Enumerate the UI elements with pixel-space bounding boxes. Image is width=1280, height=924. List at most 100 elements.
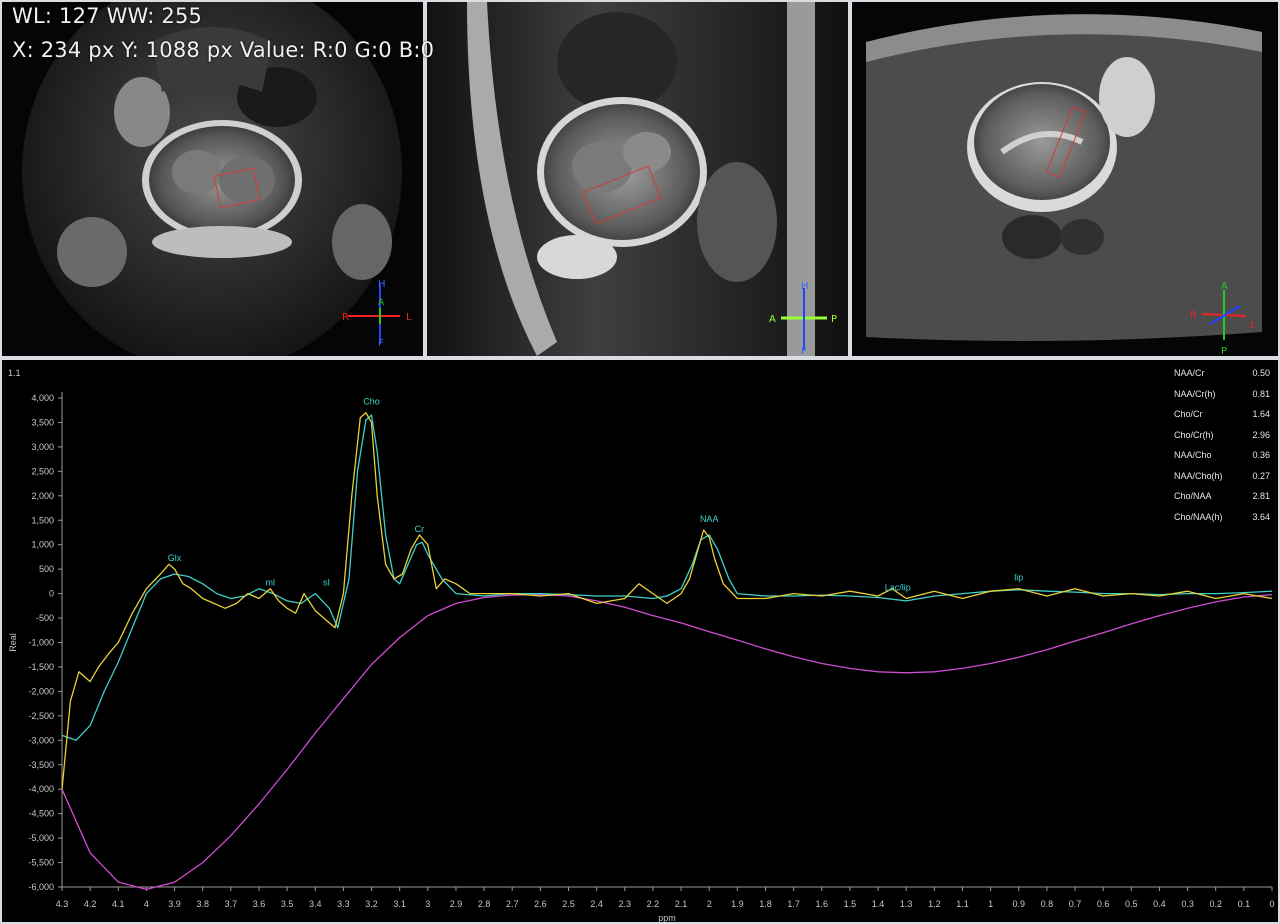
x-axis-label: ppm [658, 913, 676, 922]
y-tick-label: -2,500 [28, 711, 54, 721]
ratio-row: NAA/Cr 0.50 [1174, 366, 1270, 387]
y-tick-label: -500 [36, 613, 54, 623]
orient-label-left: R [342, 312, 349, 323]
peak-label: Cr [415, 524, 425, 534]
x-tick-label: 2.7 [506, 899, 519, 909]
ratio-label: Cho/Cr [1174, 409, 1203, 419]
x-tick-label: 0 [1269, 899, 1274, 909]
x-tick-label: 2.1 [675, 899, 688, 909]
x-tick-label: 1.2 [928, 899, 941, 909]
fit-series-line [61, 414, 1273, 741]
sagittal-viewport[interactable]: H A P F [427, 2, 848, 356]
x-tick-label: 0.2 [1209, 899, 1222, 909]
ratio-row: Cho/NAA 2.81 [1174, 489, 1270, 510]
ratio-row: Cho/Cr 1.64 [1174, 407, 1270, 428]
orient-label-right: L [1250, 320, 1256, 331]
orientation-marker-3: A R L P [1190, 281, 1256, 356]
x-tick-label: 2.9 [450, 899, 463, 909]
axial-viewport[interactable]: A R L P [852, 2, 1278, 356]
y-tick-label: -2,000 [28, 686, 54, 696]
ratio-label: NAA/Cho(h) [1174, 470, 1223, 481]
spectrum-chart[interactable]: 4,000 3,500 3,000 2,500 2,000 1,500 1,000 500 0 -… [2, 360, 1278, 922]
ratio-value: 0.27 [1252, 470, 1270, 481]
orient-label-top: A [1221, 281, 1228, 292]
spectrum-panel[interactable]: 1.1 4,000 3,500 3,000 2,500 2,000 1,500 1,000 5… [2, 360, 1278, 922]
y-tick-label: 3,500 [31, 417, 54, 427]
x-tick-label: 1.5 [844, 899, 857, 909]
baseline-series-line [61, 593, 1273, 891]
y-tick-label: -6,000 [28, 882, 54, 892]
x-tick-label: 2.6 [534, 899, 547, 909]
y-tick-label: -1,000 [28, 638, 54, 648]
ratio-value: 3.64 [1252, 511, 1270, 522]
x-tick-label: 2.8 [478, 899, 491, 909]
x-tick-label: 4 [144, 899, 149, 909]
ratio-label: NAA/Cr(h) [1174, 388, 1216, 399]
y-tick-label: 3,000 [31, 442, 54, 452]
y-tick-label: 500 [39, 564, 54, 574]
x-tick-label: 0.4 [1153, 899, 1166, 909]
x-tick-label: 0.1 [1238, 899, 1251, 909]
y-tick-label: -3,000 [28, 735, 54, 745]
x-tick-label: 4.1 [112, 899, 125, 909]
x-tick-label: 1 [988, 899, 993, 909]
y-tick-label: 2,000 [31, 491, 54, 501]
x-tick-label: 2.3 [619, 899, 632, 909]
peak-label: Glx [168, 553, 182, 563]
x-tick-label: 0.8 [1041, 899, 1054, 909]
y-tick-label: 1,000 [31, 540, 54, 550]
ratio-label: Cho/Cr(h) [1174, 429, 1214, 440]
x-tick-label: 2.2 [647, 899, 660, 909]
ratio-value: 2.81 [1252, 491, 1270, 501]
y-tick-label: 0 [49, 589, 54, 599]
peak-label: lip [1014, 573, 1023, 583]
x-tick-label: 1.3 [900, 899, 913, 909]
x-tick-label: 3.3 [337, 899, 350, 909]
x-tick-label: 1.7 [787, 899, 800, 909]
ratio-label: Cho/NAA(h) [1174, 511, 1223, 522]
y-tick-label: -1,500 [28, 662, 54, 672]
x-tick-label: 3.1 [393, 899, 406, 909]
orient-label-top: H [801, 281, 809, 292]
ratio-value: 0.81 [1252, 388, 1270, 399]
peak-label: sI [323, 578, 330, 588]
x-tick-label: 0.5 [1125, 899, 1138, 909]
ratio-label: Cho/NAA [1174, 491, 1212, 501]
x-tick-label: 3.2 [365, 899, 378, 909]
orient-label-left: A [769, 314, 776, 325]
peak-label: ml [265, 578, 275, 588]
x-tick-label: 3.6 [253, 899, 266, 909]
app-frame: H R L A F H A P F A R L P WL: 127 WW: 25… [0, 0, 1280, 924]
cursor-readout: X: 234 px Y: 1088 px Value: R:0 G:0 B:0 [12, 38, 435, 62]
ratio-value: 0.50 [1252, 368, 1270, 378]
x-tick-label: 1.1 [956, 899, 969, 909]
y-axis-label: Real [8, 633, 18, 652]
x-tick-label: 3.8 [196, 899, 209, 909]
orientation-marker-2: H A P F [769, 281, 837, 356]
x-tick-label: 3.7 [225, 899, 238, 909]
x-tick-label: 1.8 [759, 899, 772, 909]
orient-label-right: P [831, 314, 837, 325]
orient-label-left: R [1190, 310, 1197, 321]
x-tick-label: 3.5 [281, 899, 294, 909]
orient-label-right: L [406, 312, 412, 323]
ratio-value: 1.64 [1252, 409, 1270, 419]
orient-label-bottom: F [378, 338, 384, 348]
peak-label: Lac/lip [885, 582, 911, 592]
x-tick-label: 4.2 [84, 899, 97, 909]
x-tick-label: 1.6 [816, 899, 829, 909]
x-tick-label: 0.3 [1181, 899, 1194, 909]
ratio-value: 0.36 [1252, 450, 1270, 460]
peak-label: Cho [363, 397, 380, 407]
y-tick-label: -5,500 [28, 858, 54, 868]
x-tick-label: 0.9 [1012, 899, 1025, 909]
y-tick-label: 2,500 [31, 466, 54, 476]
ratio-table: NAA/Cr 0.50 NAA/Cr(h) 0.81 Cho/Cr 1.64 Cho/Cr(… [1174, 366, 1270, 530]
ratio-label: NAA/Cho [1174, 450, 1212, 460]
ratio-row: Cho/NAA(h) 3.64 [1174, 510, 1270, 531]
x-tick-label: 1.4 [872, 899, 885, 909]
ratio-value: 2.96 [1252, 429, 1270, 440]
x-tick-label: 4.3 [56, 899, 69, 909]
orient-label-bottom: P [1221, 346, 1227, 356]
y-tick-label: -4,500 [28, 809, 54, 819]
